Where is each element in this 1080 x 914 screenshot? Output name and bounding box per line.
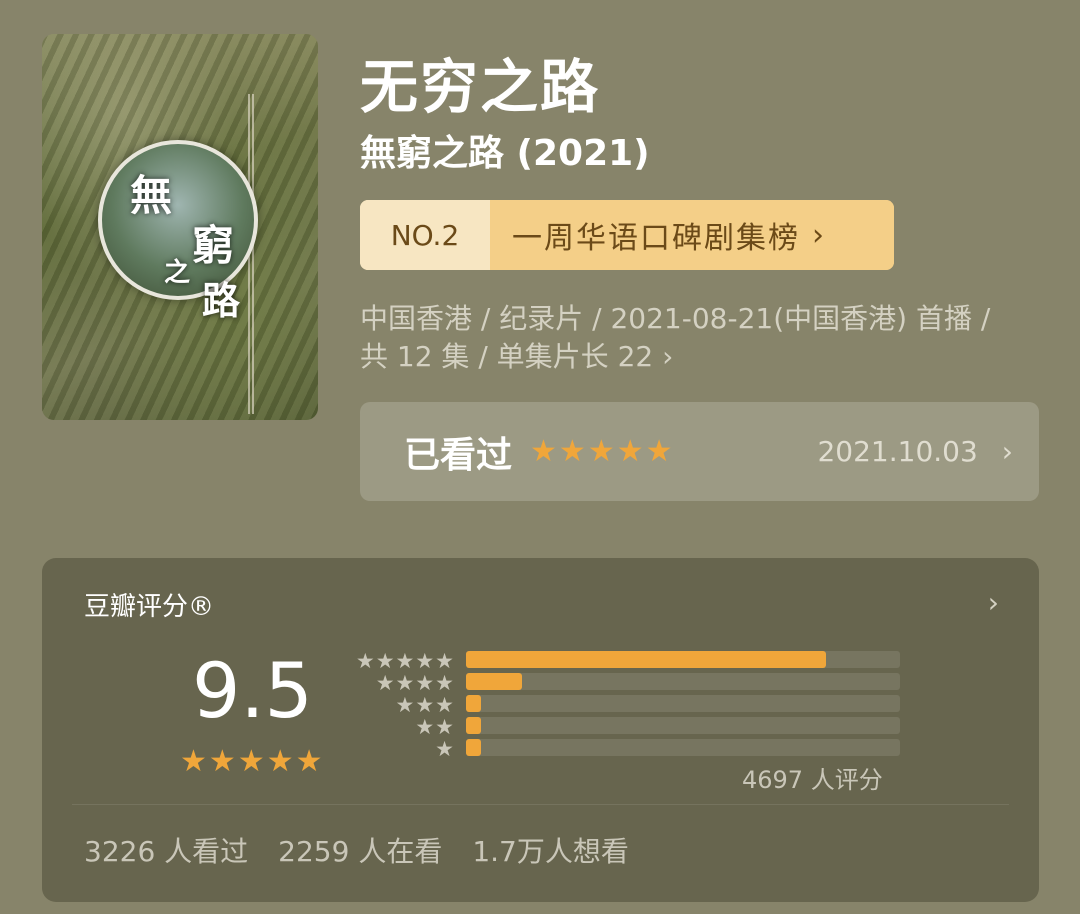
rank-number: NO.2 — [360, 200, 490, 270]
ranking-badge[interactable]: NO.2 一周华语口碑剧集榜 › — [360, 200, 894, 270]
distribution-stars: ★ ★ ★ ★ ★ — [356, 650, 454, 672]
star-icon: ★ — [375, 649, 395, 673]
star-icon: ★ — [530, 433, 557, 469]
star-icon: ★ — [295, 744, 323, 779]
poster-char: 路 — [202, 278, 241, 323]
star-icon: ★ — [415, 671, 435, 695]
meta-line: 共 12 集 / 单集片长 22 › — [360, 340, 674, 373]
chevron-right-icon: › — [812, 217, 826, 253]
my-rating-stars: ★ ★ ★ ★ ★ — [530, 433, 673, 469]
show-meta[interactable]: 中国香港 / 纪录片 / 2021-08-21(中国香港) 首播 / 共 12 … — [360, 300, 1050, 376]
star-icon: ★ — [375, 671, 395, 695]
star-icon: ★ — [395, 649, 415, 673]
distribution-track — [466, 739, 900, 756]
rating-score: 9.5 — [192, 646, 313, 735]
star-icon: ★ — [435, 671, 454, 695]
star-icon: ★ — [645, 433, 673, 469]
movie-detail-page: 無 窮 之 路 无穷之路 無窮之路 (2021) NO.2 一周华语口碑剧集榜 … — [0, 0, 1080, 914]
chevron-right-icon: › — [1001, 435, 1013, 468]
distribution-bar — [466, 739, 482, 756]
distribution-stars: ★ — [435, 738, 454, 760]
star-icon: ★ — [415, 649, 435, 673]
star-icon: ★ — [558, 433, 586, 469]
star-icon: ★ — [435, 715, 454, 739]
distribution-bar — [466, 717, 482, 734]
star-icon: ★ — [266, 744, 294, 779]
meta-line: 中国香港 / 纪录片 / 2021-08-21(中国香港) 首播 / — [360, 302, 991, 335]
rank-label-container: 一周华语口碑剧集榜 › — [490, 200, 894, 270]
watched-label: 已看过 — [404, 434, 513, 476]
stat-want[interactable]: 1.7万人想看 — [472, 830, 629, 870]
distribution-track — [466, 651, 900, 668]
star-icon: ★ — [180, 744, 207, 779]
star-icon: ★ — [237, 744, 265, 779]
star-icon: ★ — [395, 671, 415, 695]
poster-char: 無 — [130, 171, 173, 220]
star-icon: ★ — [355, 649, 375, 673]
distribution-row: ★ ★ ★ — [354, 694, 954, 716]
poster-image[interactable]: 無 窮 之 路 — [42, 34, 318, 420]
stat-watched[interactable]: 3226 人看过 — [84, 830, 248, 870]
distribution-track — [466, 717, 900, 734]
star-icon: ★ — [435, 649, 454, 673]
distribution-row: ★ ★ — [354, 716, 954, 738]
distribution-stars: ★ ★ ★ ★ — [376, 672, 454, 694]
distribution-bar — [466, 673, 523, 690]
poster-char: 之 — [164, 258, 191, 288]
rating-count: 4697 人评分 — [742, 766, 883, 794]
watched-date: 2021.10.03 — [817, 435, 978, 468]
star-icon: ★ — [208, 744, 236, 779]
star-icon: ★ — [587, 433, 615, 469]
show-title: 无穷之路 — [360, 53, 601, 121]
divider — [72, 804, 1009, 805]
stat-watching[interactable]: 2259 人在看 — [278, 830, 442, 870]
distribution-bar — [466, 695, 482, 712]
star-icon: ★ — [616, 433, 644, 469]
distribution-row: ★ — [354, 738, 954, 760]
star-icon: ★ — [435, 737, 454, 761]
audience-stats: 3226 人看过 2259 人在看 1.7万人想看 — [84, 830, 629, 870]
rating-title: 豆瓣评分® — [84, 592, 215, 622]
rating-stars: ★ ★ ★ ★ ★ — [180, 744, 323, 779]
distribution-track — [466, 673, 900, 690]
rank-label: 一周华语口碑剧集榜 — [512, 221, 800, 256]
distribution-stars: ★ ★ — [415, 716, 454, 738]
distribution-row: ★ ★ ★ ★ — [354, 672, 954, 694]
distribution-stars: ★ ★ ★ — [396, 694, 454, 716]
distribution-row: ★ ★ ★ ★ ★ — [354, 650, 954, 672]
distribution-bar — [466, 651, 827, 668]
watched-status-row[interactable]: 已看过 ★ ★ ★ ★ ★ 2021.10.03 › — [360, 402, 1039, 501]
distribution-track — [466, 695, 900, 712]
rating-distribution: ★ ★ ★ ★ ★ ★ ★ ★ ★ ★ ★ ★ ★ ★ ★ — [354, 650, 954, 760]
star-icon: ★ — [435, 693, 454, 717]
douban-rating-panel[interactable]: 豆瓣评分® › 9.5 ★ ★ ★ ★ ★ ★ ★ ★ ★ ★ ★ ★ ★ ★ ★ ★ ★ ★ ★ ★ 4697 人… — [42, 558, 1039, 902]
chevron-right-icon[interactable]: › — [988, 586, 999, 619]
star-icon: ★ — [415, 693, 435, 717]
show-subtitle: 無窮之路 (2021) — [360, 133, 650, 174]
star-icon: ★ — [395, 693, 415, 717]
poster-char: 窮 — [192, 221, 235, 270]
star-icon: ★ — [415, 715, 435, 739]
